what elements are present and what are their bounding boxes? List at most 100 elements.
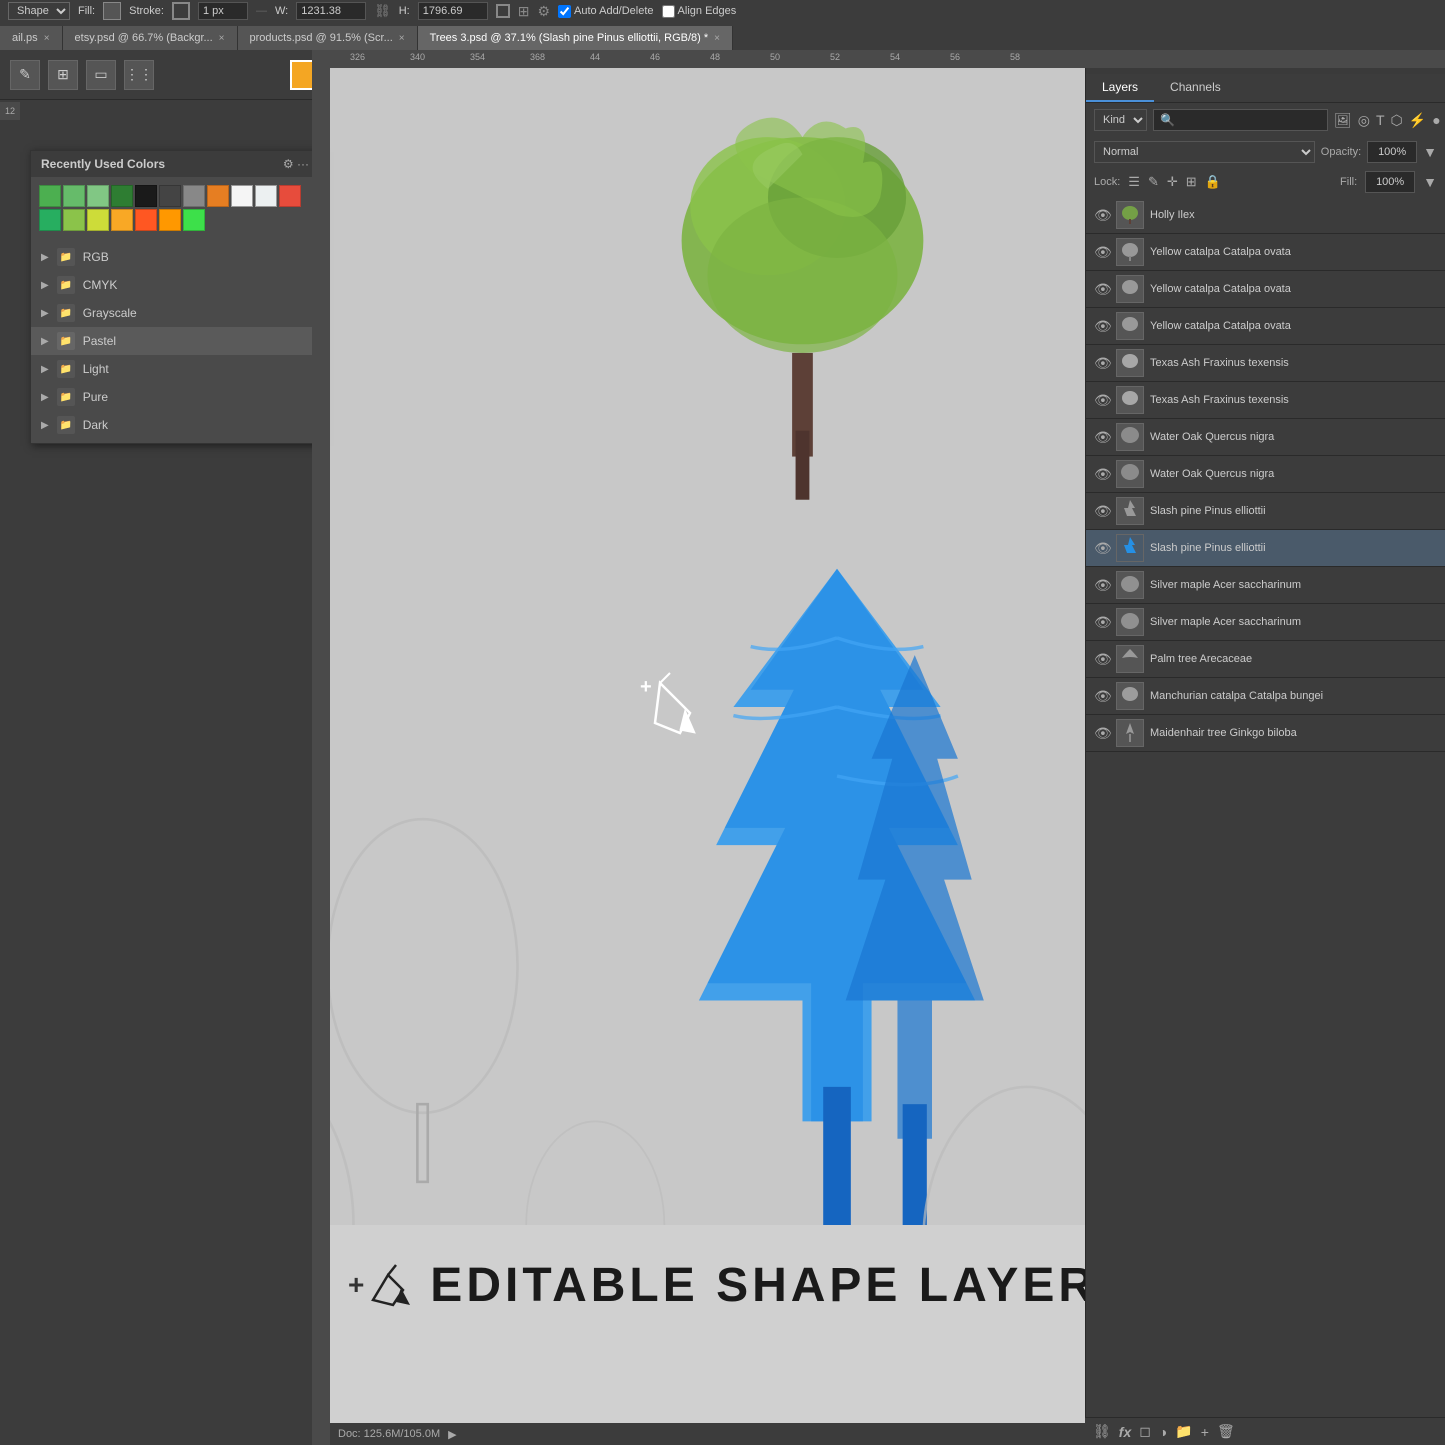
- link-proportions-icon[interactable]: ⛓: [374, 3, 391, 19]
- layer-eye-yc3[interactable]: 👁: [1094, 318, 1110, 335]
- new-layer-icon[interactable]: +: [1201, 1424, 1209, 1440]
- grid2-tool-icon[interactable]: ⋮⋮: [124, 60, 154, 90]
- fill-input[interactable]: [1365, 171, 1415, 193]
- stroke-color-swatch[interactable]: [172, 2, 190, 20]
- layer-palm-tree[interactable]: 👁 Palm tree Arecaceae: [1086, 641, 1445, 678]
- swatch-7[interactable]: [183, 185, 205, 207]
- layer-slash-pine-2[interactable]: 👁 Slash pine Pinus elliottii: [1086, 530, 1445, 567]
- color-group-rgb[interactable]: ▶ 📁 RGB: [31, 243, 319, 271]
- opacity-input[interactable]: [1367, 141, 1417, 163]
- grid-tool-icon[interactable]: ⊞: [48, 60, 78, 90]
- layer-slash-pine-1[interactable]: 👁 Slash pine Pinus elliottii: [1086, 493, 1445, 530]
- swatch-12[interactable]: [39, 209, 61, 231]
- kind-select[interactable]: Kind: [1094, 109, 1147, 131]
- layer-silver-maple-2[interactable]: 👁 Silver maple Acer saccharinum: [1086, 604, 1445, 641]
- constrain-icon[interactable]: [496, 4, 510, 18]
- color-group-dark[interactable]: ▶ 📁 Dark: [31, 411, 319, 439]
- layer-yellow-catalpa-1[interactable]: 👁 Yellow catalpa Catalpa ovata: [1086, 234, 1445, 271]
- align-edges-checkbox[interactable]: [662, 5, 675, 18]
- swatch-15[interactable]: [111, 209, 133, 231]
- adjustment-icon[interactable]: ◑: [1159, 1424, 1167, 1440]
- layer-eye-ta2[interactable]: 👁: [1094, 392, 1110, 409]
- layer-silver-maple-1[interactable]: 👁 Silver maple Acer saccharinum: [1086, 567, 1445, 604]
- layer-eye-sm2[interactable]: 👁: [1094, 614, 1110, 631]
- layer-eye-ta1[interactable]: 👁: [1094, 355, 1110, 372]
- arrow-right-icon[interactable]: ▶: [448, 1428, 456, 1441]
- tab-etsy-close[interactable]: ×: [219, 33, 225, 44]
- tab-ail-close[interactable]: ×: [44, 33, 50, 44]
- color-group-pure[interactable]: ▶ 📁 Pure: [31, 383, 319, 411]
- folder-icon[interactable]: 📁: [1175, 1423, 1192, 1440]
- swatch-16[interactable]: [135, 209, 157, 231]
- swatch-1[interactable]: [39, 185, 61, 207]
- smart-filter-icon[interactable]: ●: [1432, 112, 1440, 128]
- tab-ail[interactable]: ail.ps ×: [0, 26, 63, 50]
- swatch-9[interactable]: [231, 185, 253, 207]
- tab-trees-close[interactable]: ×: [714, 33, 720, 44]
- stroke-size-input[interactable]: [198, 2, 248, 20]
- tab-trees[interactable]: Trees 3.psd @ 37.1% (Slash pine Pinus el…: [418, 26, 733, 50]
- swatch-8[interactable]: [207, 185, 229, 207]
- align-icon[interactable]: ⊞: [518, 3, 530, 20]
- swatch-18[interactable]: [183, 209, 205, 231]
- lock-artboard-icon[interactable]: ⊞: [1186, 174, 1197, 190]
- layer-yellow-catalpa-3[interactable]: 👁 Yellow catalpa Catalpa ovata: [1086, 308, 1445, 345]
- swatch-17[interactable]: [159, 209, 181, 231]
- delete-layer-icon[interactable]: 🗑: [1217, 1423, 1235, 1440]
- layer-search-input[interactable]: [1179, 114, 1321, 126]
- color-group-pastel[interactable]: ▶ 📁 Pastel: [31, 327, 319, 355]
- layer-eye-mc[interactable]: 👁: [1094, 688, 1110, 705]
- layer-eye-sp2[interactable]: 👁: [1094, 540, 1110, 557]
- layer-manchurian-catalpa[interactable]: 👁 Manchurian catalpa Catalpa bungei: [1086, 678, 1445, 715]
- fill-dropdown-icon[interactable]: ▼: [1423, 174, 1437, 190]
- lock-all-icon[interactable]: 🔒: [1205, 174, 1221, 190]
- tab-products[interactable]: products.psd @ 91.5% (Scr... ×: [238, 26, 418, 50]
- lock-position-icon[interactable]: ✎: [1148, 174, 1159, 190]
- link-chain-icon[interactable]: ⛓: [1093, 1423, 1111, 1440]
- adjust-filter-icon[interactable]: ◎: [1358, 112, 1370, 129]
- layer-eye-pt[interactable]: 👁: [1094, 651, 1110, 668]
- swatch-6[interactable]: [159, 185, 181, 207]
- fx-icon[interactable]: fx: [1119, 1424, 1131, 1440]
- shape-select[interactable]: Shape: [8, 2, 70, 20]
- mask-icon[interactable]: ◻: [1139, 1423, 1151, 1440]
- color-group-cmyk[interactable]: ▶ 📁 CMYK: [31, 271, 319, 299]
- color-group-light[interactable]: ▶ 📁 Light: [31, 355, 319, 383]
- color-panel-gear-icon[interactable]: ⚙ ···: [283, 157, 309, 171]
- layer-holly-ilex[interactable]: 👁 Holly Ilex: [1086, 197, 1445, 234]
- effect-filter-icon[interactable]: ⚡: [1409, 112, 1426, 129]
- auto-add-delete-checkbox[interactable]: [558, 5, 571, 18]
- width-input[interactable]: [296, 2, 366, 20]
- color-group-grayscale[interactable]: ▶ 📁 Grayscale: [31, 299, 319, 327]
- height-input[interactable]: [418, 2, 488, 20]
- tab-products-close[interactable]: ×: [399, 33, 405, 44]
- tab-channels[interactable]: Channels: [1154, 74, 1237, 102]
- tab-etsy[interactable]: etsy.psd @ 66.7% (Backgr... ×: [63, 26, 238, 50]
- layer-eye-holly[interactable]: 👁: [1094, 207, 1110, 224]
- rect-tool-icon[interactable]: ▭: [86, 60, 116, 90]
- layer-eye-sp1[interactable]: 👁: [1094, 503, 1110, 520]
- layer-maidenhair-tree[interactable]: 👁 Maidenhair tree Ginkgo biloba: [1086, 715, 1445, 752]
- layer-water-oak-1[interactable]: 👁 Water Oak Quercus nigra: [1086, 419, 1445, 456]
- layer-yellow-catalpa-2[interactable]: 👁 Yellow catalpa Catalpa ovata: [1086, 271, 1445, 308]
- layer-water-oak-2[interactable]: 👁 Water Oak Quercus nigra: [1086, 456, 1445, 493]
- layer-eye-mt[interactable]: 👁: [1094, 725, 1110, 742]
- settings-icon[interactable]: ⚙: [537, 3, 550, 20]
- lock-move-icon[interactable]: ✛: [1167, 174, 1178, 190]
- fill-color-swatch[interactable]: [103, 2, 121, 20]
- swatch-5[interactable]: [135, 185, 157, 207]
- layer-eye-wo2[interactable]: 👁: [1094, 466, 1110, 483]
- image-filter-icon[interactable]: 🖼: [1334, 112, 1352, 129]
- text-filter-icon[interactable]: T: [1376, 112, 1385, 128]
- swatch-3[interactable]: [87, 185, 109, 207]
- tab-layers[interactable]: Layers: [1086, 74, 1154, 102]
- swatch-10[interactable]: [255, 185, 277, 207]
- opacity-dropdown-icon[interactable]: ▼: [1423, 144, 1437, 160]
- swatch-2[interactable]: [63, 185, 85, 207]
- swatch-11[interactable]: [279, 185, 301, 207]
- shape-filter-icon[interactable]: ⬡: [1391, 112, 1403, 129]
- canvas-area[interactable]: +: [330, 68, 1085, 1415]
- layer-eye-sm1[interactable]: 👁: [1094, 577, 1110, 594]
- swatch-13[interactable]: [63, 209, 85, 231]
- layer-eye-yc2[interactable]: 👁: [1094, 281, 1110, 298]
